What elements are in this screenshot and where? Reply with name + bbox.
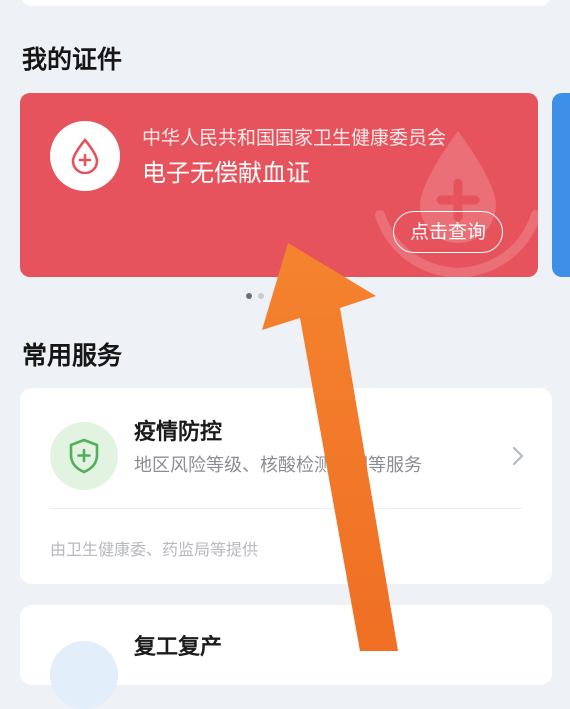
previous-card[interactable] [20, 0, 552, 6]
service-title: 复工复产 [134, 635, 223, 660]
carousel-dot [258, 293, 264, 299]
service-description: 地区风险等级、核酸检测证明等服务 [134, 455, 422, 476]
carousel-dot-active [246, 293, 252, 299]
service-provider-note: 由卫生健康委、药监局等提供 [50, 540, 259, 559]
service-icon-badge [50, 422, 118, 490]
blood-donation-certificate-card[interactable]: 中华人民共和国国家卫生健康委员会 电子无偿献血证 点击查询 [20, 93, 538, 277]
carousel-indicator [246, 293, 264, 299]
blood-drop-icon [71, 138, 99, 174]
service-card-resume-work[interactable]: 复工复产 [20, 605, 552, 709]
service-icon-badge [50, 641, 118, 709]
next-certificate-card-peek[interactable] [552, 93, 570, 277]
certificate-icon-badge [50, 121, 120, 191]
section-title-my-certificates: 我的证件 [22, 45, 123, 74]
service-title: 疫情防控 [134, 420, 223, 445]
section-title-common-services: 常用服务 [22, 341, 123, 370]
query-button[interactable]: 点击查询 [393, 211, 504, 253]
divider [50, 508, 522, 509]
hands-drop-watermark-icon [375, 131, 538, 277]
chevron-right-icon[interactable] [512, 446, 524, 466]
certificate-name: 电子无偿献血证 [142, 159, 310, 187]
service-card-epidemic-control[interactable]: 疫情防控 地区风险等级、核酸检测证明等服务 由卫生健康委、药监局等提供 [20, 388, 552, 584]
shield-plus-icon [69, 438, 99, 474]
